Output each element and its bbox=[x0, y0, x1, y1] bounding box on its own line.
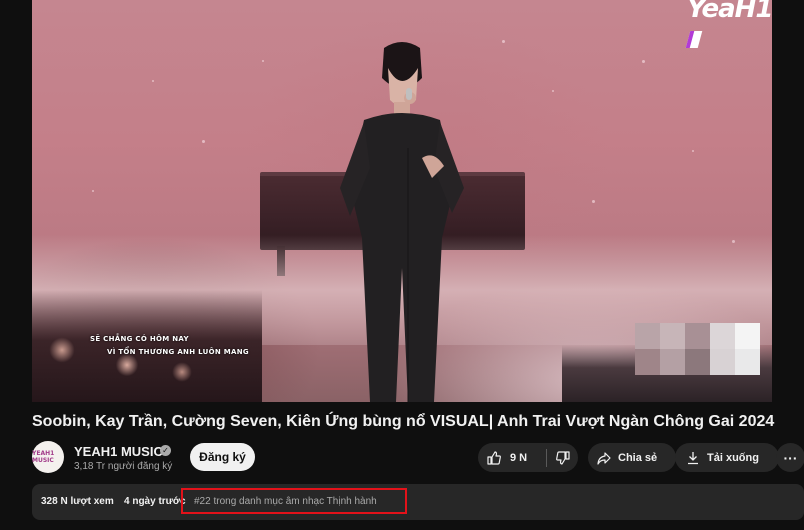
sparkle bbox=[152, 80, 154, 82]
view-count: 328 N lượt xem bbox=[41, 496, 114, 507]
share-label: Chia sẻ bbox=[618, 451, 658, 464]
download-button[interactable]: Tải xuống bbox=[675, 443, 779, 472]
blurred-crowd-area bbox=[635, 323, 760, 375]
highlight-annotation bbox=[181, 488, 407, 514]
like-button[interactable]: 9 N bbox=[478, 443, 546, 472]
sparkle bbox=[92, 190, 94, 192]
thumbs-up-icon bbox=[487, 450, 501, 465]
crowd-left bbox=[32, 290, 262, 402]
channel-name[interactable]: YEAH1 MUSIC bbox=[74, 444, 163, 459]
download-icon bbox=[688, 451, 698, 464]
subscriber-count: 3,18 Tr người đăng ký bbox=[74, 461, 173, 472]
subscribe-button[interactable]: Đăng ký bbox=[190, 443, 255, 471]
lyric-line: VÌ TỔN THƯƠNG ANH LUÔN MANG bbox=[107, 348, 249, 356]
video-player[interactable]: SẼ CHẲNG CÓ HÔM NAY VÌ TỔN THƯƠNG ANH LU… bbox=[32, 0, 772, 402]
share-button[interactable]: Chia sẻ bbox=[588, 443, 676, 472]
singer-figure bbox=[340, 42, 464, 402]
video-title: Soobin, Kay Trần, Cường Seven, Kiên Ứng … bbox=[32, 413, 775, 430]
thumbs-down-icon bbox=[555, 450, 570, 465]
sparkle bbox=[692, 150, 694, 152]
lyric-line: SẼ CHẲNG CÓ HÔM NAY bbox=[90, 335, 189, 343]
share-icon bbox=[597, 451, 611, 465]
sparkle bbox=[502, 40, 505, 43]
upload-date: 4 ngày trước bbox=[124, 496, 186, 507]
like-dislike-group: 9 N bbox=[478, 443, 578, 472]
like-count: 9 N bbox=[510, 451, 528, 464]
more-icon: ··· bbox=[783, 449, 798, 466]
sparkle bbox=[202, 140, 205, 143]
more-actions-button[interactable]: ··· bbox=[776, 443, 804, 472]
avatar-text: YEAH1 MUSIC bbox=[32, 450, 55, 464]
channel-avatar[interactable]: YEAH1 MUSIC bbox=[32, 441, 64, 473]
sparkle bbox=[262, 60, 264, 62]
sparkle bbox=[642, 60, 645, 63]
sparkle bbox=[592, 200, 595, 203]
brand-logo: YeaH1 bbox=[685, 0, 772, 54]
sparkle bbox=[552, 90, 554, 92]
verified-icon: ✓ bbox=[160, 445, 171, 456]
download-label: Tải xuống bbox=[707, 451, 759, 464]
dislike-button[interactable] bbox=[547, 443, 578, 472]
